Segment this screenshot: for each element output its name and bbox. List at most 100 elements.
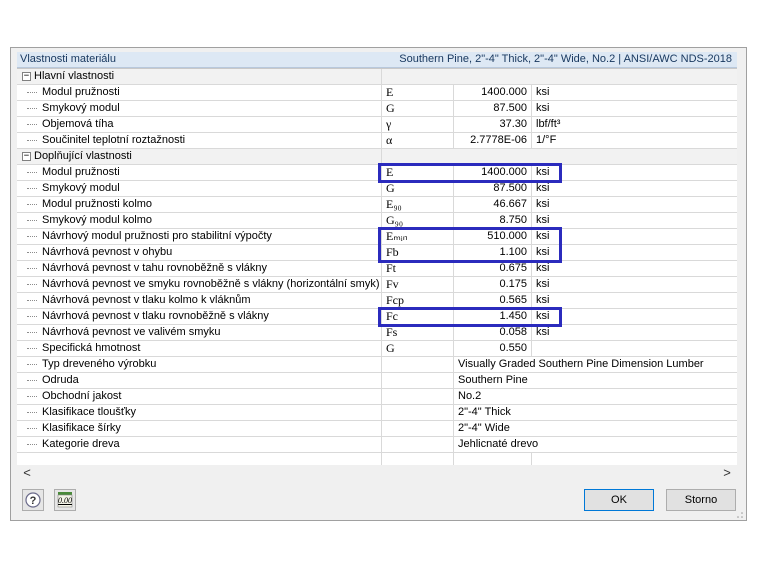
empty-cell — [17, 453, 382, 465]
property-unit: ksi — [536, 326, 550, 338]
info-row[interactable]: Klasifikace tloušťky 2"-4" Thick — [17, 405, 737, 421]
info-value[interactable]: Southern Pine — [454, 373, 737, 388]
info-value[interactable]: 2"-4" Wide — [454, 421, 737, 436]
info-row[interactable]: Odruda Southern Pine — [17, 373, 737, 389]
resize-grip-icon[interactable] — [736, 511, 744, 519]
property-unit: ksi — [536, 198, 550, 210]
info-row[interactable]: Kategorie dreva Jehlicnaté drevo — [17, 437, 737, 453]
info-symbol — [382, 357, 454, 372]
section-header[interactable]: − Doplňující vlastnosti — [17, 149, 737, 165]
scroll-thumb[interactable] — [39, 469, 699, 477]
property-value[interactable]: 0.675 — [454, 261, 532, 276]
highlight-box — [378, 307, 562, 327]
material-name: Southern Pine, 2"-4" Thick, 2"-4" Wide, … — [399, 53, 732, 65]
empty-cell — [454, 453, 532, 465]
property-value[interactable]: 0.058 — [454, 325, 532, 340]
property-name: Návrhová pevnost ve smyku rovnoběžně s v… — [17, 277, 382, 292]
property-unit: ksi — [536, 166, 550, 178]
property-unit: ksi — [536, 182, 550, 194]
info-symbol — [382, 373, 454, 388]
ok-button[interactable]: OK — [584, 489, 654, 511]
property-value[interactable]: 87.500 — [454, 181, 532, 196]
property-name: Součinitel teplotní roztažnosti — [17, 133, 382, 148]
property-row[interactable]: Návrhová pevnost v tlaku rovnoběžně s vl… — [17, 309, 737, 325]
info-symbol — [382, 437, 454, 452]
horizontal-scrollbar[interactable]: < > — [17, 465, 737, 481]
info-value[interactable]: Visually Graded Southern Pine Dimension … — [454, 357, 737, 372]
property-row[interactable]: Modul pružnosti E 1400.000 ksi — [17, 165, 737, 181]
property-name: Návrhová pevnost v ohybu — [17, 245, 382, 260]
property-name: Návrhová pevnost ve valivém smyku — [17, 325, 382, 340]
property-row[interactable]: Návrhová pevnost v ohybu Fb 1.100 ksi — [17, 245, 737, 261]
info-name: Klasifikace tloušťky — [17, 405, 382, 420]
property-unit: ksi — [536, 86, 550, 98]
units-icon-label: 0.00 — [58, 496, 72, 505]
info-row[interactable]: Typ dreveného výrobku Visually Graded Sou… — [17, 357, 737, 373]
info-value[interactable]: No.2 — [454, 389, 737, 404]
property-symbol: G — [382, 341, 454, 356]
info-value[interactable]: Jehlicnaté drevo — [454, 437, 737, 452]
property-value[interactable]: 0.175 — [454, 277, 532, 292]
section-header[interactable]: − Hlavní vlastnosti — [17, 69, 737, 85]
property-value[interactable]: 1400.000 — [454, 85, 532, 100]
property-row[interactable]: Specifická hmotnost G 0.550 — [17, 341, 737, 357]
property-row[interactable]: Smykový modul G 87.500 ksi — [17, 101, 737, 117]
property-row[interactable]: Smykový modul kolmo G₉₀ 8.750 ksi — [17, 213, 737, 229]
units-button[interactable]: 0.00 — [54, 489, 76, 511]
scroll-right-arrow[interactable]: > — [719, 465, 735, 481]
grid-header: Vlastnosti materiálu Southern Pine, 2"-4… — [17, 52, 737, 68]
property-value[interactable]: 0.565 — [454, 293, 532, 308]
info-row[interactable]: Klasifikace šírky 2"-4" Wide — [17, 421, 737, 437]
property-value[interactable]: 0.550 — [454, 341, 532, 356]
property-unit: ksi — [536, 262, 550, 274]
property-unit: ksi — [536, 278, 550, 290]
help-button[interactable]: ? — [22, 489, 44, 511]
property-row[interactable]: Modul pružnosti E 1400.000 ksi — [17, 85, 737, 101]
property-symbol: E — [382, 85, 454, 100]
property-row[interactable]: Součinitel teplotní roztažnosti α 2.7778E-… — [17, 133, 737, 149]
property-unit: 1/°F — [536, 134, 557, 146]
property-unit: ksi — [536, 246, 550, 258]
property-row[interactable]: Návrhová pevnost v tahu rovnoběžně s vlá… — [17, 261, 737, 277]
property-unit: lbf/ft³ — [536, 118, 561, 130]
property-name: Specifická hmotnost — [17, 341, 382, 356]
scroll-left-arrow[interactable]: < — [19, 465, 35, 481]
help-icon: ? — [25, 492, 41, 508]
section-label: Hlavní vlastnosti — [17, 69, 382, 84]
property-value[interactable]: 46.667 — [454, 197, 532, 212]
info-symbol — [382, 405, 454, 420]
property-symbol: Ft — [382, 261, 454, 276]
property-symbol: G — [382, 101, 454, 116]
property-symbol: G₉₀ — [382, 213, 454, 228]
property-row[interactable]: Návrhová pevnost v tlaku kolmo k vláknům… — [17, 293, 737, 309]
property-symbol: Fs — [382, 325, 454, 340]
info-row[interactable]: Obchodní jakost No.2 — [17, 389, 737, 405]
info-name: Odruda — [17, 373, 382, 388]
property-row[interactable]: Modul pružnosti kolmo E₉₀ 46.667 ksi — [17, 197, 737, 213]
property-value[interactable]: 2.7778E-06 — [454, 133, 532, 148]
cancel-button[interactable]: Storno — [666, 489, 736, 511]
property-value[interactable]: 8.750 — [454, 213, 532, 228]
property-row[interactable]: Návrhová pevnost ve valivém smyku Fs 0.058… — [17, 325, 737, 341]
property-value[interactable]: 87.500 — [454, 101, 532, 116]
property-name: Návrhová pevnost v tahu rovnoběžně s vlá… — [17, 261, 382, 276]
info-name: Kategorie dreva — [17, 437, 382, 452]
property-symbol: γ — [382, 117, 454, 132]
empty-cell — [382, 453, 454, 465]
property-symbol: α — [382, 133, 454, 148]
property-row[interactable]: Návrhový modul pružnosti pro stabilitní … — [17, 229, 737, 245]
info-name: Obchodní jakost — [17, 389, 382, 404]
property-value[interactable]: 37.30 — [454, 117, 532, 132]
property-row[interactable]: Objemová tíha γ 37.30 lbf/ft³ — [17, 117, 737, 133]
info-name: Klasifikace šírky — [17, 421, 382, 436]
property-name: Modul pružnosti — [17, 85, 382, 100]
property-unit: ksi — [536, 102, 550, 114]
highlight-box — [378, 227, 562, 263]
svg-text:?: ? — [30, 495, 37, 507]
property-symbol: G — [382, 181, 454, 196]
section-label: Doplňující vlastnosti — [17, 149, 382, 164]
info-value[interactable]: 2"-4" Thick — [454, 405, 737, 420]
property-row[interactable]: Smykový modul G 87.500 ksi — [17, 181, 737, 197]
property-name: Návrhový modul pružnosti pro stabilitní … — [17, 229, 382, 244]
property-row[interactable]: Návrhová pevnost ve smyku rovnoběžně s v… — [17, 277, 737, 293]
